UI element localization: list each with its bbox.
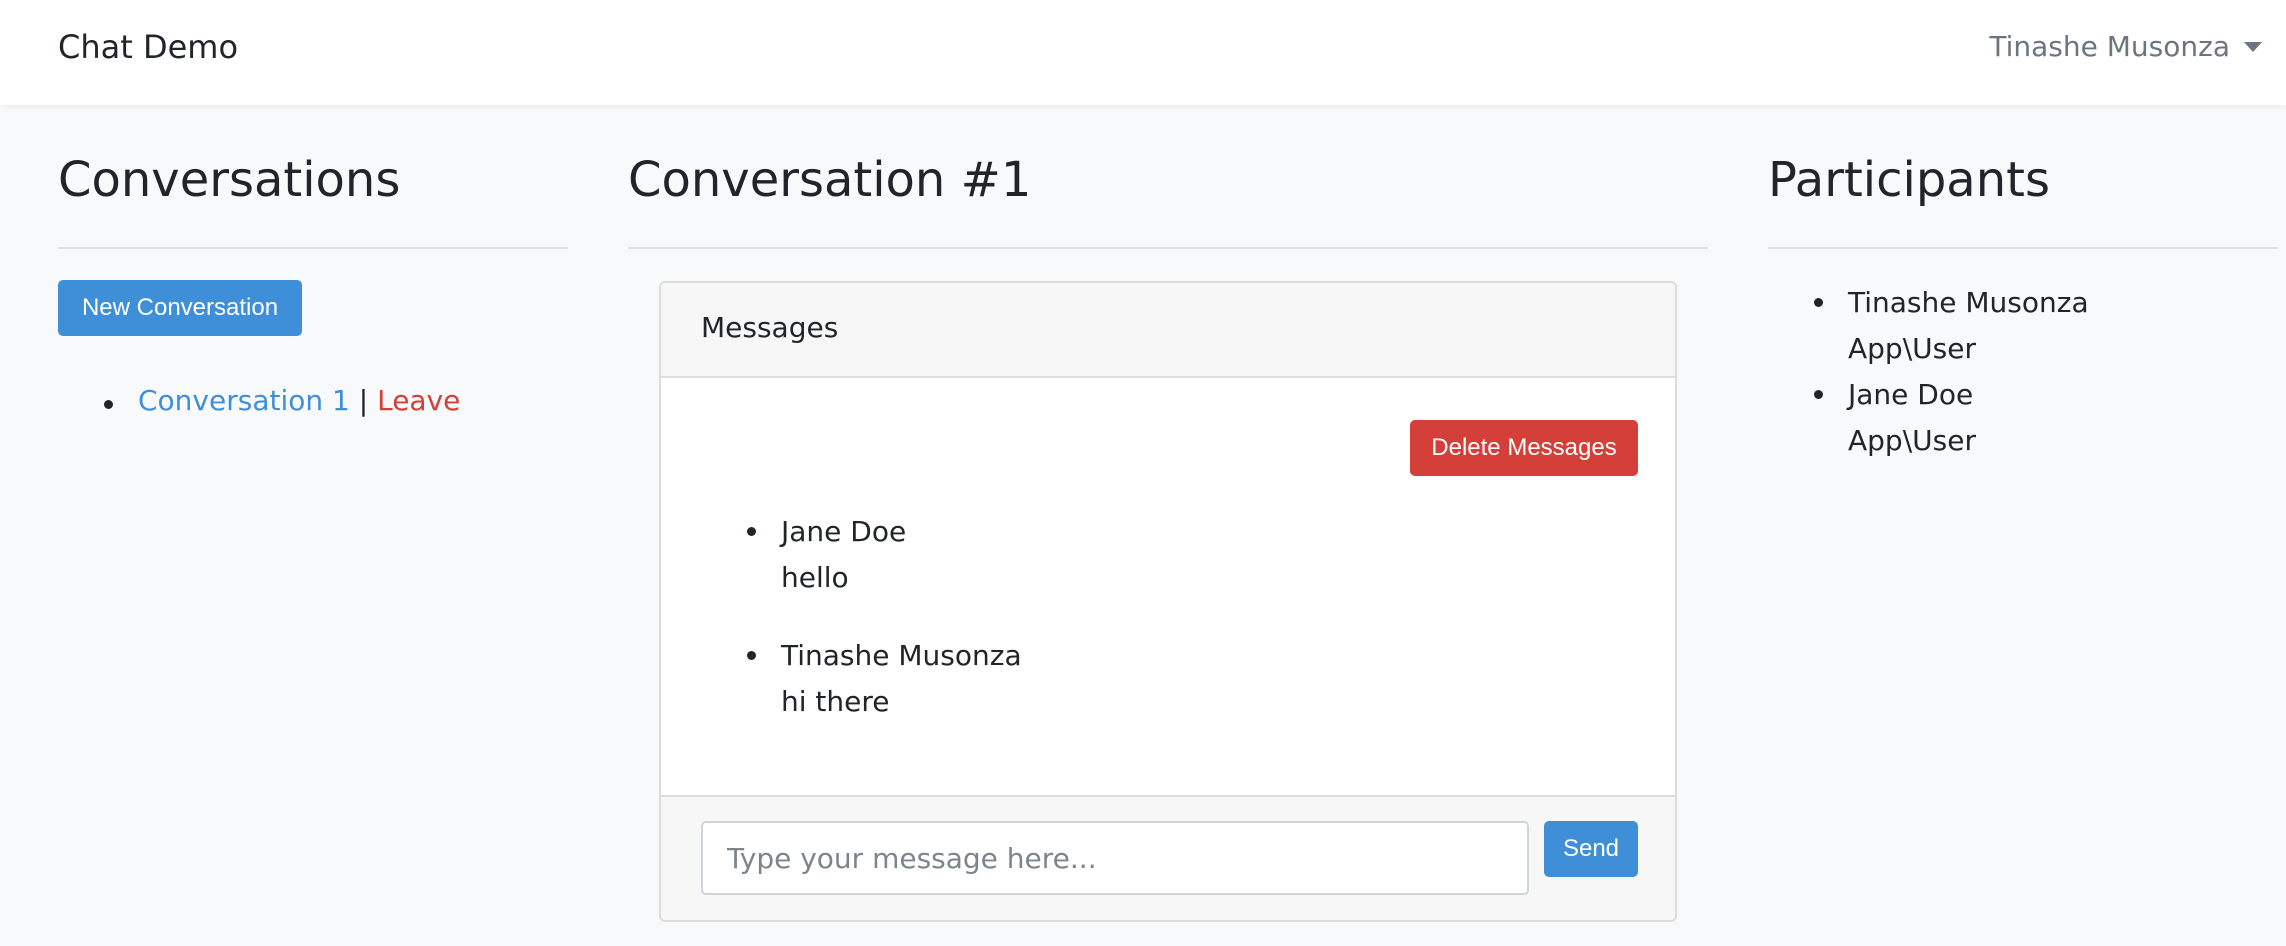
participant-name: Jane Doe [1848, 378, 1974, 411]
caret-down-icon [2244, 41, 2262, 52]
conversation-divider [628, 247, 1708, 249]
message-sender: Jane Doe [781, 515, 907, 548]
conversation-list-item: Conversation 1 | Leave [138, 384, 460, 417]
send-button[interactable]: Send [1544, 821, 1638, 877]
list-bullet [1814, 390, 1823, 399]
messages-card: Messages Delete Messages Jane Doe hello … [659, 281, 1677, 922]
participants-title: Participants [1768, 152, 2050, 208]
conversation-separator: | [358, 384, 369, 417]
conversations-divider [58, 247, 568, 249]
user-name: Tinashe Musonza [1989, 30, 2230, 63]
messages-card-footer: Send [661, 795, 1675, 920]
user-dropdown[interactable]: Tinashe Musonza [1989, 30, 2262, 63]
participant-type: App\User [1848, 424, 1976, 457]
list-bullet [747, 527, 756, 536]
conversation-link[interactable]: Conversation 1 [138, 384, 350, 417]
messages-card-header: Messages [661, 283, 1675, 378]
participants-divider [1768, 247, 2278, 249]
delete-messages-button[interactable]: Delete Messages [1410, 420, 1638, 476]
conversations-title: Conversations [58, 152, 401, 208]
brand-link[interactable]: Chat Demo [58, 28, 238, 66]
message-input[interactable] [701, 821, 1529, 895]
top-navbar: Chat Demo Tinashe Musonza [0, 0, 2286, 105]
list-bullet [104, 400, 113, 409]
list-bullet [747, 651, 756, 660]
participant-name: Tinashe Musonza [1848, 286, 2089, 319]
list-bullet [1814, 298, 1823, 307]
message-text: hello [781, 561, 849, 594]
new-conversation-button[interactable]: New Conversation [58, 280, 302, 336]
leave-conversation-link[interactable]: Leave [377, 384, 460, 417]
message-sender: Tinashe Musonza [781, 639, 1022, 672]
conversation-title: Conversation #1 [628, 152, 1032, 208]
messages-header-label: Messages [701, 311, 839, 344]
participant-type: App\User [1848, 332, 1976, 365]
message-text: hi there [781, 685, 890, 718]
